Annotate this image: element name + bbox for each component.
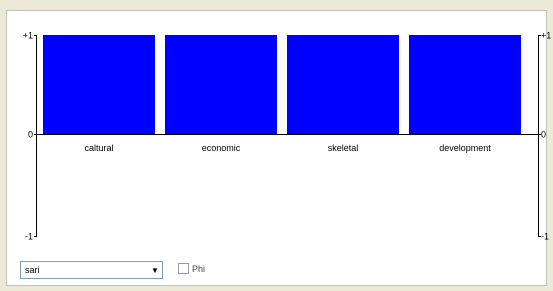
y-tick-label-right: -1 bbox=[541, 232, 549, 242]
chart-category-labels: caltural economic skeletal development bbox=[84, 143, 491, 153]
bar bbox=[43, 35, 155, 134]
y-tick-label-left: 0 bbox=[28, 130, 33, 140]
chevron-down-icon: ▼ bbox=[151, 265, 159, 275]
bar bbox=[165, 35, 277, 134]
bar bbox=[409, 35, 521, 134]
category-label: development bbox=[439, 143, 491, 153]
measure-dropdown-value: sari bbox=[25, 265, 40, 275]
y-tick-label-right: +1 bbox=[541, 31, 551, 41]
measure-dropdown[interactable]: sari ▼ bbox=[20, 261, 163, 279]
bar bbox=[287, 35, 399, 134]
phi-checkbox-label: Phi bbox=[192, 263, 206, 274]
category-label: economic bbox=[202, 143, 241, 153]
bar-chart: +1 +1 0 0 -1 -1 caltural economic skeletal devel… bbox=[23, 31, 552, 242]
chart-bars bbox=[43, 35, 521, 134]
y-tick-label-left: +1 bbox=[23, 31, 33, 41]
category-label: skeletal bbox=[328, 143, 359, 153]
y-tick-label-right: 0 bbox=[541, 130, 546, 140]
phi-checkbox-box[interactable] bbox=[178, 263, 189, 274]
phi-checkbox[interactable]: Phi bbox=[178, 263, 205, 274]
y-tick-label-left: -1 bbox=[25, 232, 33, 242]
category-label: caltural bbox=[84, 143, 113, 153]
